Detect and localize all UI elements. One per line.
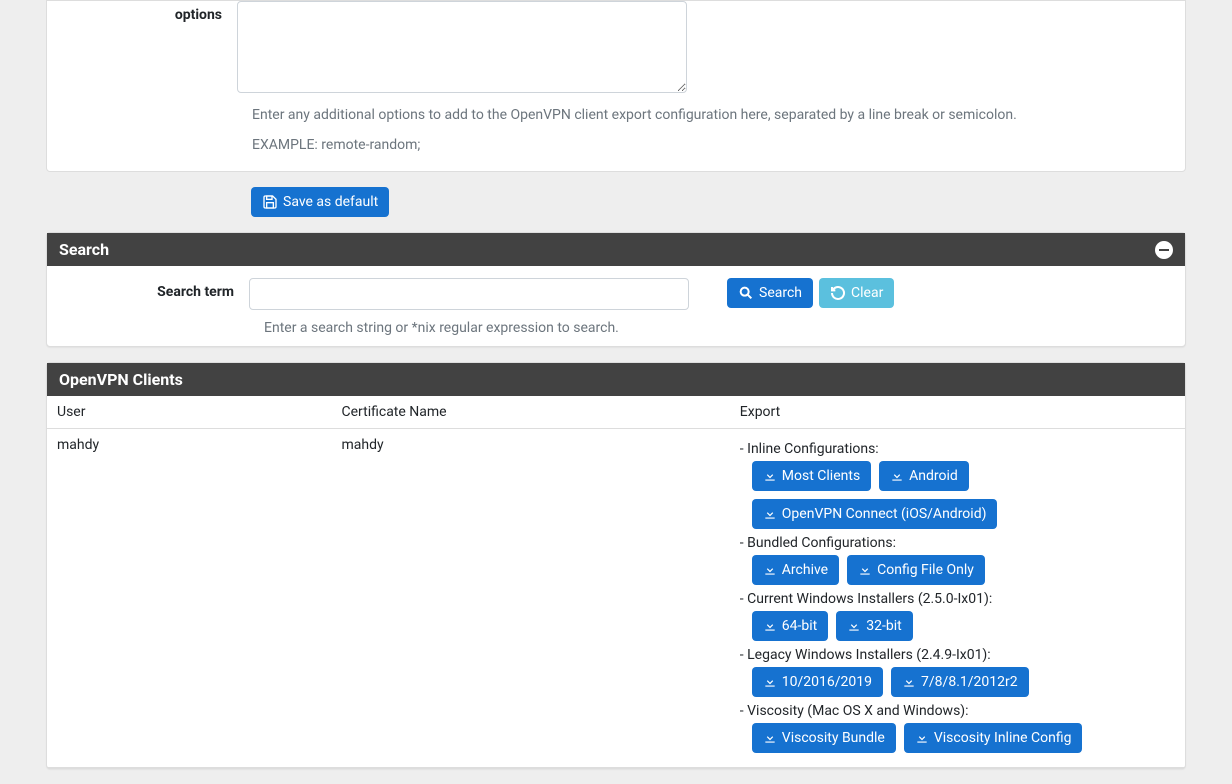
clients-panel-heading: OpenVPN Clients bbox=[47, 363, 1185, 396]
download-icon bbox=[763, 507, 777, 521]
download-android-button[interactable]: Android bbox=[879, 461, 969, 491]
legacy-win-label: Legacy Windows Installers (2.4.9-Ix01): bbox=[740, 647, 1175, 663]
download-archive-button[interactable]: Archive bbox=[752, 555, 839, 585]
collapse-icon[interactable] bbox=[1155, 241, 1173, 259]
download-icon bbox=[763, 469, 777, 483]
clear-button[interactable]: Clear bbox=[819, 278, 894, 308]
download-win7-button[interactable]: 7/8/8.1/2012r2 bbox=[891, 667, 1029, 697]
download-icon bbox=[858, 563, 872, 577]
download-icon bbox=[763, 675, 777, 689]
cell-cert: mahdy bbox=[332, 429, 730, 768]
inline-config-label: Inline Configurations: bbox=[740, 441, 1175, 457]
download-viscosity-inline-button[interactable]: Viscosity Inline Config bbox=[904, 723, 1083, 753]
inline-config-buttons: Most Clients Android OpenVPN Connect (iO… bbox=[752, 461, 1175, 529]
download-32bit-button[interactable]: 32-bit bbox=[836, 611, 912, 641]
options-help-2: EXAMPLE: remote-random; bbox=[252, 137, 1185, 153]
download-openvpn-connect-button[interactable]: OpenVPN Connect (iOS/Android) bbox=[752, 499, 998, 529]
table-row: mahdy mahdy Inline Configurations: Most … bbox=[47, 429, 1185, 768]
download-icon bbox=[890, 469, 904, 483]
download-win10-button[interactable]: 10/2016/2019 bbox=[752, 667, 883, 697]
download-icon bbox=[915, 731, 929, 745]
search-icon bbox=[738, 285, 754, 301]
search-panel-heading: Search bbox=[47, 233, 1185, 266]
download-viscosity-bundle-button[interactable]: Viscosity Bundle bbox=[752, 723, 896, 753]
download-config-file-only-button[interactable]: Config File Only bbox=[847, 555, 985, 585]
col-cert: Certificate Name bbox=[332, 396, 730, 429]
openvpn-clients-panel: OpenVPN Clients User Certificate Name Ex… bbox=[46, 362, 1186, 769]
current-win-label: Current Windows Installers (2.5.0-Ix01): bbox=[740, 591, 1175, 607]
viscosity-label: Viscosity (Mac OS X and Windows): bbox=[740, 703, 1175, 719]
advanced-options-panel: options Enter any additional options to … bbox=[46, 0, 1186, 172]
bundled-config-label: Bundled Configurations: bbox=[740, 535, 1175, 551]
download-icon bbox=[763, 731, 777, 745]
download-icon bbox=[763, 619, 777, 633]
clear-button-label: Clear bbox=[851, 285, 883, 301]
save-as-default-button[interactable]: Save as default bbox=[251, 187, 389, 217]
download-most-clients-button[interactable]: Most Clients bbox=[752, 461, 871, 491]
cell-user: mahdy bbox=[47, 429, 332, 768]
table-header-row: User Certificate Name Export bbox=[47, 396, 1185, 429]
search-term-label: Search term bbox=[59, 278, 249, 310]
search-button[interactable]: Search bbox=[727, 278, 813, 308]
col-export: Export bbox=[730, 396, 1185, 429]
clients-table: User Certificate Name Export mahdy mahdy… bbox=[47, 396, 1185, 768]
search-panel-title: Search bbox=[59, 240, 109, 259]
download-icon bbox=[902, 675, 916, 689]
col-user: User bbox=[47, 396, 332, 429]
additional-options-textarea[interactable] bbox=[237, 1, 687, 93]
viscosity-buttons: Viscosity Bundle Viscosity Inline Config bbox=[752, 723, 1175, 753]
search-term-input[interactable] bbox=[249, 278, 689, 310]
options-help-1: Enter any additional options to add to t… bbox=[252, 107, 1185, 123]
save-icon bbox=[262, 194, 278, 210]
download-icon bbox=[847, 619, 861, 633]
search-panel: Search Search term Search bbox=[46, 232, 1186, 347]
search-button-label: Search bbox=[759, 285, 802, 301]
bundled-config-buttons: Archive Config File Only bbox=[752, 555, 1175, 585]
download-64bit-button[interactable]: 64-bit bbox=[752, 611, 828, 641]
legacy-win-buttons: 10/2016/2019 7/8/8.1/2012r2 bbox=[752, 667, 1175, 697]
undo-icon bbox=[830, 285, 846, 301]
search-help: Enter a search string or *nix regular ex… bbox=[264, 320, 1173, 336]
current-win-buttons: 64-bit 32-bit bbox=[752, 611, 1175, 641]
options-label: options bbox=[47, 1, 237, 97]
cell-export: Inline Configurations: Most Clients Andr… bbox=[730, 429, 1185, 768]
download-icon bbox=[763, 563, 777, 577]
clients-panel-title: OpenVPN Clients bbox=[59, 370, 183, 389]
save-as-default-label: Save as default bbox=[283, 194, 378, 210]
